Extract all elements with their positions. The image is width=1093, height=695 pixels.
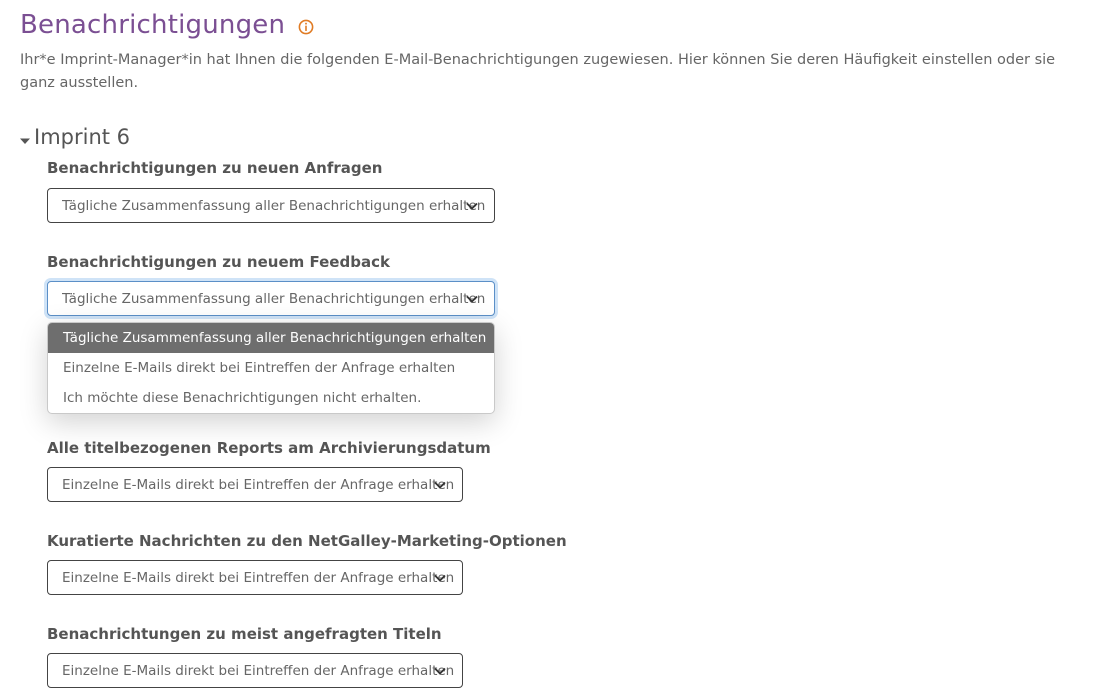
select-archive-reports[interactable]: Einzelne E-Mails direkt bei Eintreffen d… — [47, 467, 463, 502]
select-value: Tägliche Zusammenfassung aller Benachric… — [62, 197, 486, 214]
dropdown-option-individual-emails[interactable]: Einzelne E-Mails direkt bei Eintreffen d… — [48, 353, 494, 383]
intro-text: Ihr*e Imprint-Manager*in hat Ihnen die f… — [20, 52, 1056, 91]
section-title: Imprint 6 — [34, 125, 131, 149]
chevron-down-icon — [433, 479, 447, 491]
select-new-requests[interactable]: Tägliche Zusammenfassung aller Benachric… — [47, 188, 495, 223]
select-marketing-options[interactable]: Einzelne E-Mails direkt bei Eintreffen d… — [47, 560, 463, 595]
select-value: Einzelne E-Mails direkt bei Eintreffen d… — [62, 662, 455, 679]
caret-down-icon — [19, 132, 31, 144]
chevron-down-icon — [433, 665, 447, 677]
setting-label-new-feedback: Benachrichtigungen zu neuem Feedback — [47, 253, 390, 271]
section-toggle-imprint[interactable]: Imprint 6 — [19, 122, 130, 152]
select-value: Tägliche Zusammenfassung aller Benachric… — [62, 290, 486, 307]
dropdown-option-disable[interactable]: Ich möchte diese Benachrichtigungen nich… — [48, 383, 494, 413]
title-row: Benachrichtigungen — [20, 8, 314, 42]
dropdown-menu: Tägliche Zusammenfassung aller Benachric… — [47, 322, 495, 414]
select-value: Einzelne E-Mails direkt bei Eintreffen d… — [62, 569, 455, 586]
setting-label-most-requested: Benachrichtungen zu meist angefragten Ti… — [47, 625, 442, 643]
chevron-down-icon — [465, 293, 479, 305]
select-most-requested[interactable]: Einzelne E-Mails direkt bei Eintreffen d… — [47, 653, 463, 688]
page-title: Benachrichtigungen — [20, 10, 286, 40]
info-icon[interactable] — [298, 19, 314, 35]
notifications-page: Benachrichtigungen Ihr*e Imprint-Manager… — [0, 0, 1093, 695]
chevron-down-icon — [433, 572, 447, 584]
dropdown-option-daily-digest[interactable]: Tägliche Zusammenfassung aller Benachric… — [48, 323, 494, 353]
setting-label-new-requests: Benachrichtigungen zu neuen Anfragen — [47, 159, 383, 177]
setting-label-marketing-options: Kuratierte Nachrichten zu den NetGalley-… — [47, 532, 567, 550]
chevron-down-icon — [465, 200, 479, 212]
select-value: Einzelne E-Mails direkt bei Eintreffen d… — [62, 476, 455, 493]
select-new-feedback[interactable]: Tägliche Zusammenfassung aller Benachric… — [47, 281, 495, 316]
setting-label-archive-reports: Alle titelbezogenen Reports am Archivier… — [47, 439, 491, 457]
